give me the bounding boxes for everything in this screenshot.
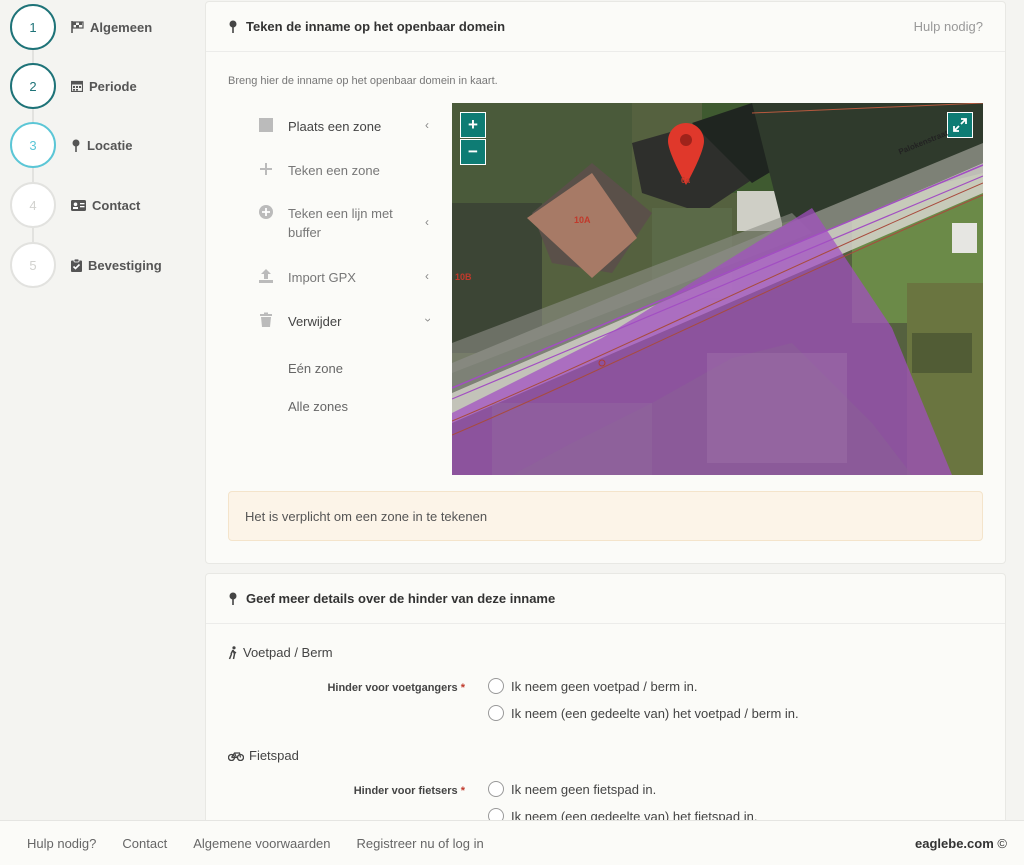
page-footer: Hulp nodig? Contact Algemene voorwaarden… [0,820,1024,865]
radio-label: Ik neem geen voetpad / berm in. [511,678,698,694]
map-pin-icon [229,20,237,33]
radio-circle[interactable] [488,705,504,721]
step-label: Periode [89,78,137,94]
details-card-title-text: Geef meer details over de hinder van dez… [246,591,556,606]
radio-circle[interactable] [488,781,504,797]
delete-one-zone[interactable]: Eén zone [288,361,343,376]
trash-icon [260,312,272,327]
step-algemeen[interactable]: 1 Algemeen [10,4,152,50]
tool-import-gpx[interactable]: Import GPX ‹ [258,268,438,288]
expand-icon [953,118,967,132]
step-number: 1 [10,4,56,50]
footer-brand: eaglebe.com © [915,836,1007,851]
location-card-title-text: Teken de inname op het openbaar domein [246,19,506,34]
section-bike-path: Fietspad [228,748,299,763]
flag-icon [71,21,84,33]
brand-name: eaglebe.com [915,835,994,851]
clipboard-check-icon [71,258,82,272]
tool-place-zone[interactable]: Plaats een zone ‹ [258,117,438,137]
tool-label: Import GPX [288,270,356,285]
step-number: 4 [10,182,56,228]
zoom-in-button[interactable]: + [460,112,486,138]
fullscreen-button[interactable] [947,112,973,138]
radio-no-bike-path[interactable]: Ik neem geen fietspad in. [488,781,656,797]
tool-label: Teken een zone [288,163,380,178]
details-card-header: Geef meer details over de hinder van dez… [206,574,1005,624]
details-card-title: Geef meer details over de hinder van dez… [228,591,555,606]
required-marker: * [460,785,465,797]
step-label: Algemeen [90,19,153,35]
radio-label: Ik neem geen fietspad in. [511,781,657,797]
bicycle-icon [228,751,244,761]
step-locatie[interactable]: 3 Locatie [10,122,133,168]
help-link[interactable]: Hulp nodig? [914,19,983,34]
location-card: Teken de inname op het openbaar domein H… [205,1,1006,564]
section-footpath: Voetpad / Berm [228,645,333,660]
section-title: Voetpad / Berm [243,645,333,660]
aerial-map [452,103,983,475]
plus-icon [260,163,272,175]
marker-label: 6a [681,176,690,185]
cyclist-hindrance-label: Hinder voor fietsers * [354,785,465,797]
location-card-title: Teken de inname op het openbaar domein [228,19,505,34]
step-label: Bevestiging [88,257,162,273]
square-icon [259,118,273,132]
footer-link-terms[interactable]: Algemene voorwaarden [193,836,330,851]
step-number: 2 [10,63,56,109]
map-view[interactable]: + − Palokenstraat 10A 10B 6a [452,103,983,475]
step-contact[interactable]: 4 Contact [10,182,140,228]
step-periode[interactable]: 2 Periode [10,63,137,109]
map-pin-icon [229,592,237,605]
map-pin-icon [72,139,80,152]
house-label: 10B [455,272,472,282]
footer-link-help[interactable]: Hulp nodig? [27,836,96,851]
footer-link-register[interactable]: Registreer nu of log in [357,836,484,851]
radio-no-footpath[interactable]: Ik neem geen voetpad / berm in. [488,678,697,694]
chevron-left-icon: ‹ [425,269,429,283]
chevron-left-icon: ‹ [425,118,429,132]
location-marker[interactable]: 6a [668,123,704,185]
zoom-out-button[interactable]: − [460,139,486,165]
chevron-left-icon: ‹ [425,215,429,229]
chevron-down-icon: ‹ [420,318,434,322]
radio-circle[interactable] [488,678,504,694]
zone-required-alert: Het is verplicht om een zone in te teken… [228,491,983,541]
step-number: 3 [10,122,56,168]
step-bevestiging[interactable]: 5 Bevestiging [10,242,162,288]
delete-all-zones[interactable]: Alle zones [288,399,348,414]
upload-icon [259,269,273,283]
tool-delete[interactable]: Verwijder ‹ [258,312,438,332]
map-intro-text: Breng hier de inname op het openbaar dom… [228,75,498,87]
tool-draw-line-buffer[interactable]: Teken een lijn met buffer ‹ [258,204,438,244]
step-number: 5 [10,242,56,288]
details-card: Geef meer details over de hinder van dez… [205,573,1006,833]
house-label: 10A [574,215,591,225]
location-card-header: Teken de inname op het openbaar domein H… [206,2,1005,52]
plus-circle-icon [259,205,273,219]
pedestrian-hindrance-label: Hinder voor voetgangers * [327,682,465,694]
field-label-text: Hinder voor fietsers [353,785,458,797]
radio-label: Ik neem (een gedeelte van) het voetpad /… [511,705,799,721]
id-card-icon [71,199,86,211]
tool-draw-zone[interactable]: Teken een zone [258,161,438,181]
required-marker: * [460,682,465,694]
tool-label: Teken een lijn met buffer [288,206,393,240]
step-label: Locatie [87,137,133,153]
tool-label: Verwijder [288,314,342,329]
copyright-symbol: © [997,835,1007,851]
calendar-icon [71,80,83,92]
field-label-text: Hinder voor voetgangers [327,682,458,694]
section-title: Fietspad [249,748,299,763]
step-label: Contact [92,197,141,213]
footer-link-contact[interactable]: Contact [122,836,167,851]
radio-partial-footpath[interactable]: Ik neem (een gedeelte van) het voetpad /… [488,705,799,721]
pedestrian-icon [228,645,237,659]
tool-label: Plaats een zone [288,119,382,134]
